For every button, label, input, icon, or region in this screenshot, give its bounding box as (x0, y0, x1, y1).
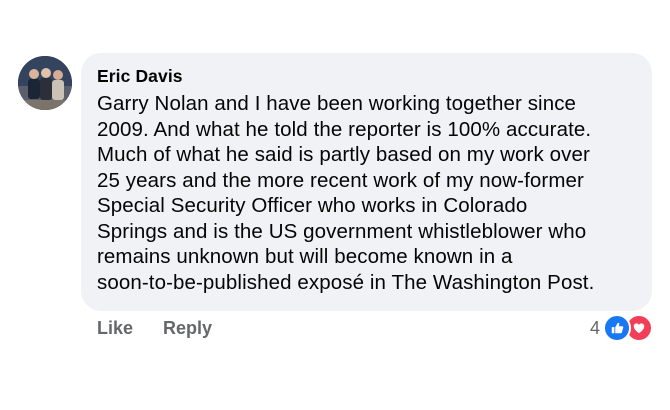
comment-line: 25 years and the more recent work of my … (97, 168, 584, 192)
reaction-count: 4 (590, 317, 601, 338)
reply-button[interactable]: Reply (163, 318, 212, 339)
comment-line: soon-to-be-published exposé in The Washi… (97, 270, 595, 294)
reaction-summary[interactable]: 4 (590, 314, 654, 342)
comment-author[interactable]: Eric Davis (97, 65, 183, 87)
comment-line: Springs and is the US government whistle… (97, 219, 587, 243)
avatar[interactable] (18, 56, 72, 110)
like-button[interactable]: Like (97, 318, 133, 339)
comment-actions: Like Reply (97, 318, 212, 339)
comment-line: remains unknown but will become known in… (97, 245, 513, 268)
comment-line: Special Security Officer who works in Co… (97, 194, 528, 217)
avatar-photo (18, 56, 72, 110)
comment-line: Much of what he said is partly based on … (97, 143, 590, 166)
comment-text: Garry Nolan and I have been working toge… (97, 91, 637, 295)
comment-bubble: Eric Davis Garry Nolan and I have been w… (81, 53, 652, 311)
like-icon (603, 314, 632, 342)
comment-line: 2009. And what he told the reporter is 1… (97, 117, 592, 141)
comment-line: Garry Nolan and I have been working toge… (97, 92, 577, 115)
